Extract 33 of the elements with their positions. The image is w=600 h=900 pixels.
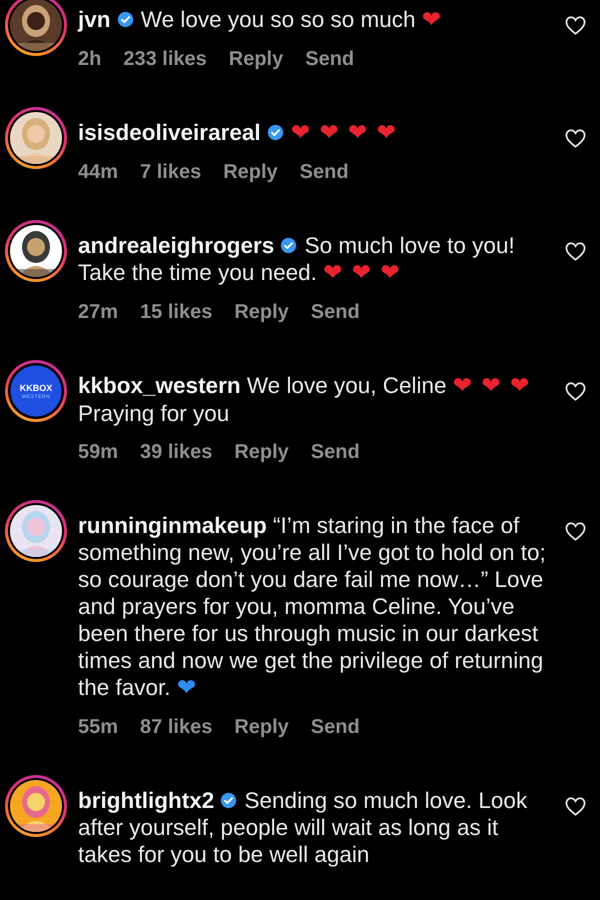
comment-text: andrealeighrogers So much love to you! Take the time you need. ❤ ❤ ❤: [78, 232, 516, 287]
send-link[interactable]: Send: [310, 299, 360, 326]
reply-link[interactable]: Reply: [223, 159, 278, 186]
avatar[interactable]: [5, 0, 67, 56]
comment-text: runninginmakeup “I’m staring in the face of something new, you’re all I’ve got to hold on to; so courage don’t you dare fail me now…” Love and prayers for you, momma Celine. You’ve been there for us through music in our darkest times and now we get the privilege of returning the favor. ❤: [78, 512, 547, 702]
reply-link[interactable]: Reply: [234, 299, 289, 326]
heart-icon[interactable]: [565, 382, 586, 401]
comment-time: 27m: [78, 300, 118, 325]
send-link[interactable]: Send: [310, 439, 360, 466]
likes-count[interactable]: 39 likes: [140, 439, 212, 466]
logo-text: KKBOX: [20, 382, 52, 392]
comment-time: 44m: [78, 160, 118, 185]
comment-text: brightlightx2 Sending so much love. Look after yourself, people will wait as long as it takes for you to be well again: [78, 787, 528, 868]
comment-time: 55m: [78, 715, 118, 740]
likes-count[interactable]: 15 likes: [140, 299, 212, 326]
heart-icon[interactable]: [565, 16, 586, 35]
likes-count[interactable]: 87 likes: [140, 714, 212, 741]
heart-icon[interactable]: [565, 242, 586, 261]
send-link[interactable]: Send: [300, 159, 349, 186]
comment-time: 59m: [78, 440, 118, 465]
comment-time: 2h: [78, 47, 102, 72]
heart-icon[interactable]: [565, 522, 586, 541]
reply-link[interactable]: Reply: [228, 46, 284, 73]
reply-link[interactable]: Reply: [234, 714, 289, 741]
likes-count[interactable]: 7 likes: [140, 159, 202, 186]
send-link[interactable]: Send: [305, 46, 354, 73]
send-link[interactable]: Send: [310, 714, 360, 741]
heart-icon[interactable]: [565, 797, 586, 816]
heart-icon[interactable]: [565, 129, 586, 148]
likes-count[interactable]: 233 likes: [123, 46, 207, 73]
comment-text: jvn We love you so so so much ❤: [78, 6, 444, 34]
reply-link[interactable]: Reply: [234, 439, 289, 466]
comment-text: kkbox_western We love you, Celine ❤ ❤ ❤ Praying for you: [78, 372, 532, 427]
